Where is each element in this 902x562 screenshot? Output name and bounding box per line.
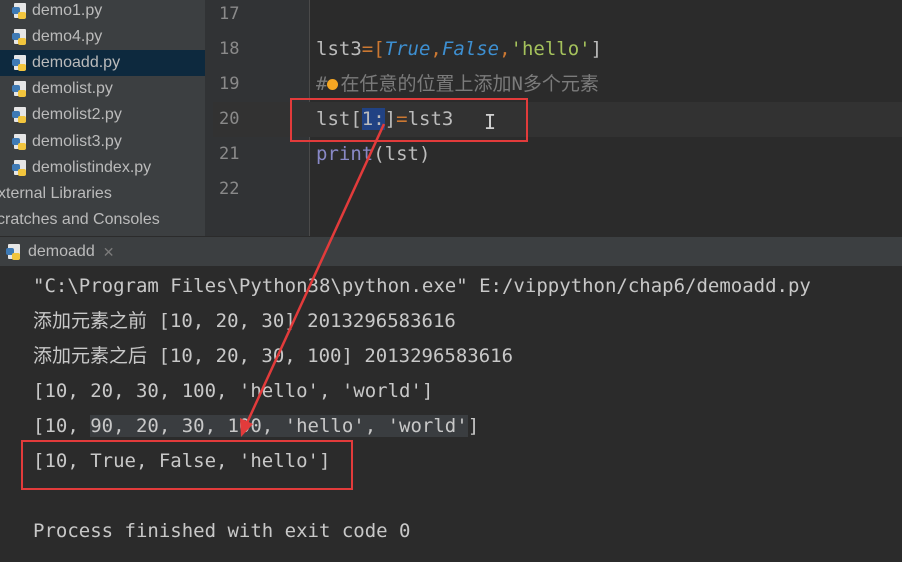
sidebar-splitter[interactable] xyxy=(205,0,213,236)
code-text: print(lst) xyxy=(316,143,431,165)
file-item-demolist3[interactable]: demolist3.py xyxy=(0,129,205,155)
run-tab-demoadd[interactable]: demoadd ✕ xyxy=(0,237,130,267)
slice-highlight: 1: xyxy=(361,108,385,130)
python-file-icon xyxy=(6,243,22,261)
run-tab-label: demoadd xyxy=(28,243,95,260)
run-tool-window-header: demoadd ✕ xyxy=(0,236,902,267)
python-file-icon xyxy=(12,133,28,151)
console-line: 添加元素之前 [10, 20, 30] 2013296583616 xyxy=(33,310,456,332)
console-line: "C:\Program Files\Python38\python.exe" E… xyxy=(33,275,811,297)
python-file-icon xyxy=(12,80,28,98)
scratches-label: cratches and Consoles xyxy=(0,211,160,228)
file-label: demoadd.py xyxy=(32,54,121,71)
python-file-icon xyxy=(12,28,28,46)
code-line[interactable]: 22 xyxy=(213,172,902,207)
file-item-demoadd[interactable]: demoadd.py xyxy=(0,50,205,76)
console-line: [10, True, False, 'hello'] xyxy=(33,450,331,472)
ibeam-cursor-icon: I xyxy=(484,110,497,134)
file-item-demolist2[interactable]: demolist2.py xyxy=(0,102,205,128)
code-line[interactable]: 18 lst3=[True,False,'hello'] xyxy=(213,32,902,67)
line-number: 21 xyxy=(219,144,240,164)
file-item-demo1[interactable]: demo1.py xyxy=(0,0,205,24)
code-text: lst[1:]=lst3 xyxy=(316,108,454,130)
run-console-output[interactable]: "C:\Program Files\Python38\python.exe" E… xyxy=(0,266,902,562)
project-sidebar: demo1.py demo4.py demoadd.py demolist.py… xyxy=(0,0,205,236)
console-exit-line: Process finished with exit code 0 xyxy=(33,520,411,542)
python-file-icon xyxy=(12,2,28,20)
external-libraries-node[interactable]: xternal Libraries xyxy=(0,181,203,207)
line-number: 22 xyxy=(219,179,240,199)
line-number: 19 xyxy=(219,74,240,94)
code-line-current[interactable]: 20 lst[1:]=lst3 xyxy=(213,102,902,137)
code-line[interactable]: 19 # 在任意的位置上添加N多个元素 xyxy=(213,67,902,102)
line-number: 20 xyxy=(219,109,240,129)
file-label: demolist.py xyxy=(32,80,113,97)
line-number: 17 xyxy=(219,4,240,24)
file-item-demolistindex[interactable]: demolistindex.py xyxy=(0,155,205,181)
selected-text: 90, 20, 30, 100, 'hello', 'world' xyxy=(90,415,468,437)
python-file-icon xyxy=(12,106,28,124)
file-item-demo4[interactable]: demo4.py xyxy=(0,24,205,50)
file-label: demolistindex.py xyxy=(32,159,152,176)
python-file-icon xyxy=(12,54,28,72)
console-line-selected: [10, 90, 20, 30, 100, 'hello', 'world'] xyxy=(33,415,480,437)
code-line[interactable]: 17 xyxy=(213,0,902,32)
external-libraries-label: xternal Libraries xyxy=(0,185,112,202)
line-number: 18 xyxy=(219,39,240,59)
code-comment: # 在任意的位置上添加N多个元素 xyxy=(316,73,599,95)
file-label: demolist2.py xyxy=(32,106,122,123)
file-label: demolist3.py xyxy=(32,133,122,150)
intention-bulb-icon[interactable] xyxy=(327,79,339,90)
file-label: demo4.py xyxy=(32,28,103,45)
python-file-icon xyxy=(12,159,28,177)
scratches-node[interactable]: cratches and Consoles xyxy=(0,207,202,233)
file-item-demolist[interactable]: demolist.py xyxy=(0,76,205,102)
code-text: lst3=[True,False,'hello'] xyxy=(316,38,603,60)
close-icon[interactable]: ✕ xyxy=(103,244,115,261)
file-label: demo1.py xyxy=(32,2,103,19)
ide-window: demo1.py demo4.py demoadd.py demolist.py… xyxy=(0,0,902,562)
console-line: [10, 20, 30, 100, 'hello', 'world'] xyxy=(33,380,434,402)
code-line[interactable]: 21 print(lst) xyxy=(213,137,902,172)
console-line: 添加元素之后 [10, 20, 30, 100] 2013296583616 xyxy=(33,345,514,367)
